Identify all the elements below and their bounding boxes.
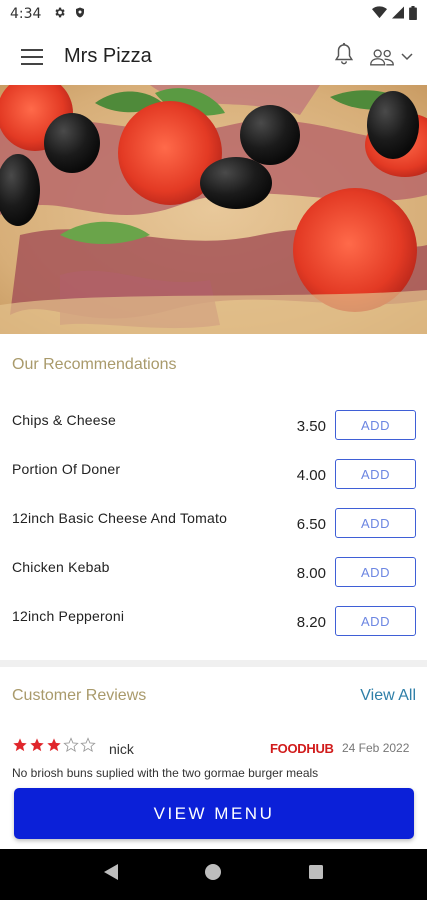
item-name: Portion Of Doner bbox=[12, 461, 121, 477]
review-source-logo: FOODHUB bbox=[270, 741, 334, 756]
item-price: 3.50 bbox=[296, 418, 326, 435]
list-item: Chips & Cheese 3.50 ADD bbox=[0, 406, 427, 446]
back-icon[interactable] bbox=[103, 863, 119, 886]
view-all-link[interactable]: View All bbox=[360, 687, 416, 705]
app-bar: Mrs Pizza bbox=[0, 28, 427, 85]
shield-icon bbox=[74, 6, 86, 22]
add-button[interactable]: ADD bbox=[335, 557, 416, 587]
status-time: 4:34 bbox=[10, 6, 42, 22]
hamburger-menu-icon[interactable] bbox=[18, 43, 46, 71]
list-item: 12inch Pepperoni 8.20 ADD bbox=[0, 602, 427, 642]
recommendations-title: Our Recommendations bbox=[12, 356, 177, 373]
page-title: Mrs Pizza bbox=[64, 45, 152, 67]
item-price: 8.00 bbox=[296, 565, 326, 582]
star-filled-icon bbox=[29, 737, 45, 758]
add-button[interactable]: ADD bbox=[335, 606, 416, 636]
wifi-icon bbox=[372, 6, 387, 22]
add-button[interactable]: ADD bbox=[335, 459, 416, 489]
recents-icon[interactable] bbox=[308, 864, 324, 885]
bell-icon[interactable] bbox=[333, 42, 355, 71]
item-price: 6.50 bbox=[296, 516, 326, 533]
signal-icon bbox=[392, 6, 404, 22]
battery-icon bbox=[409, 5, 417, 23]
section-divider bbox=[0, 660, 427, 667]
star-empty-icon bbox=[80, 737, 96, 758]
item-name: Chicken Kebab bbox=[12, 559, 110, 575]
item-name: 12inch Basic Cheese And Tomato bbox=[12, 510, 228, 526]
list-item: 12inch Basic Cheese And Tomato 6.50 ADD bbox=[0, 504, 427, 544]
item-price: 4.00 bbox=[296, 467, 326, 484]
list-item: Portion Of Doner 4.00 ADD bbox=[0, 455, 427, 495]
system-nav-bar bbox=[0, 849, 427, 900]
chevron-down-icon[interactable] bbox=[401, 48, 413, 66]
item-name: Chips & Cheese bbox=[12, 412, 116, 428]
add-button[interactable]: ADD bbox=[335, 508, 416, 538]
reviews-title: Customer Reviews bbox=[12, 687, 147, 704]
list-item: Chicken Kebab 8.00 ADD bbox=[0, 553, 427, 593]
status-bar: 4:34 bbox=[0, 0, 427, 28]
item-price: 8.20 bbox=[296, 614, 326, 631]
home-icon[interactable] bbox=[204, 863, 222, 886]
view-menu-button[interactable]: VIEW MENU bbox=[14, 788, 414, 839]
star-rating bbox=[12, 737, 96, 758]
gear-icon bbox=[53, 6, 66, 22]
review-date: 24 Feb 2022 bbox=[342, 741, 410, 755]
add-button[interactable]: ADD bbox=[335, 410, 416, 440]
item-name: 12inch Pepperoni bbox=[12, 608, 125, 624]
hero-pizza-image bbox=[0, 85, 427, 334]
review-text: No briosh buns suplied with the two gorm… bbox=[12, 766, 319, 780]
reviewer-name: nick bbox=[109, 741, 134, 757]
star-filled-icon bbox=[46, 737, 62, 758]
star-empty-icon bbox=[63, 737, 79, 758]
group-icon[interactable] bbox=[369, 47, 413, 67]
star-filled-icon bbox=[12, 737, 28, 758]
